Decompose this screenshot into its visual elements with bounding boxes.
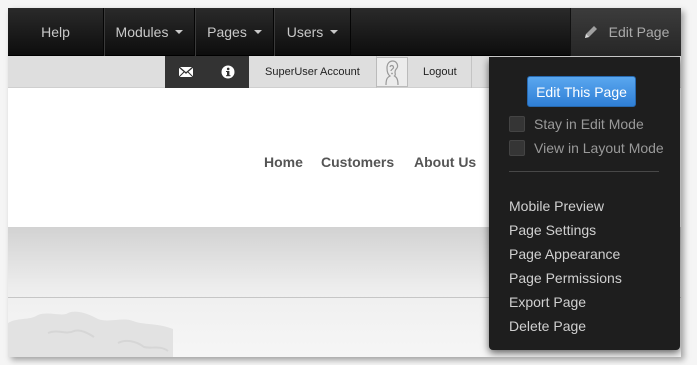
world-map-graphic (8, 311, 173, 357)
menu-item-page-settings[interactable]: Page Settings (509, 221, 596, 239)
separator (471, 56, 472, 88)
stay-in-edit-mode-checkbox[interactable] (509, 116, 525, 132)
view-in-layout-mode-option[interactable]: View in Layout Mode (509, 139, 664, 157)
users-label: Users (286, 24, 324, 40)
menu-item-page-permissions[interactable]: Page Permissions (509, 269, 622, 287)
edit-this-page-label: Edit This Page (536, 83, 627, 100)
users-menu[interactable]: Users (274, 8, 351, 56)
modules-menu[interactable]: Modules (104, 8, 195, 56)
view-in-layout-mode-label: View in Layout Mode (534, 140, 664, 156)
caret-down-icon (330, 30, 339, 34)
menu-item-mobile-preview[interactable]: Mobile Preview (509, 197, 604, 215)
avatar[interactable] (376, 57, 408, 87)
modules-label: Modules (115, 24, 169, 40)
screenshot-frame: Help Modules Pages Users Edit Page Super… (8, 8, 681, 357)
help-menu[interactable]: Help (8, 8, 104, 56)
menu-item-delete-page[interactable]: Delete Page (509, 317, 586, 335)
stay-in-edit-mode-option[interactable]: Stay in Edit Mode (509, 115, 644, 133)
account-link[interactable]: SuperUser Account (265, 56, 360, 88)
menu-item-page-appearance[interactable]: Page Appearance (509, 245, 620, 263)
stay-in-edit-mode-label: Stay in Edit Mode (534, 116, 644, 132)
caret-down-icon (253, 30, 262, 34)
control-bar: Help Modules Pages Users Edit Page (8, 8, 681, 56)
logout-link[interactable]: Logout (423, 56, 457, 88)
edit-page-dropdown: Edit This Page Stay in Edit Mode View in… (489, 57, 680, 350)
edit-this-page-button[interactable]: Edit This Page (527, 76, 636, 107)
avatar-silhouette-icon (385, 60, 399, 86)
envelope-icon[interactable] (178, 65, 194, 79)
nav-home[interactable]: Home (264, 154, 303, 172)
pages-menu[interactable]: Pages (195, 8, 274, 56)
edit-page-label: Edit Page (608, 24, 670, 40)
pages-label: Pages (207, 24, 247, 40)
edit-page-menu[interactable]: Edit Page (570, 8, 681, 56)
help-label: Help (41, 24, 70, 40)
dropdown-divider (509, 171, 659, 172)
view-in-layout-mode-checkbox[interactable] (509, 140, 525, 156)
caret-down-icon (175, 30, 184, 34)
info-icon[interactable] (220, 65, 236, 79)
pencil-icon (584, 26, 597, 38)
nav-customers[interactable]: Customers (321, 154, 394, 172)
nav-about-us[interactable]: About Us (414, 154, 476, 172)
menu-item-export-page[interactable]: Export Page (509, 293, 586, 311)
